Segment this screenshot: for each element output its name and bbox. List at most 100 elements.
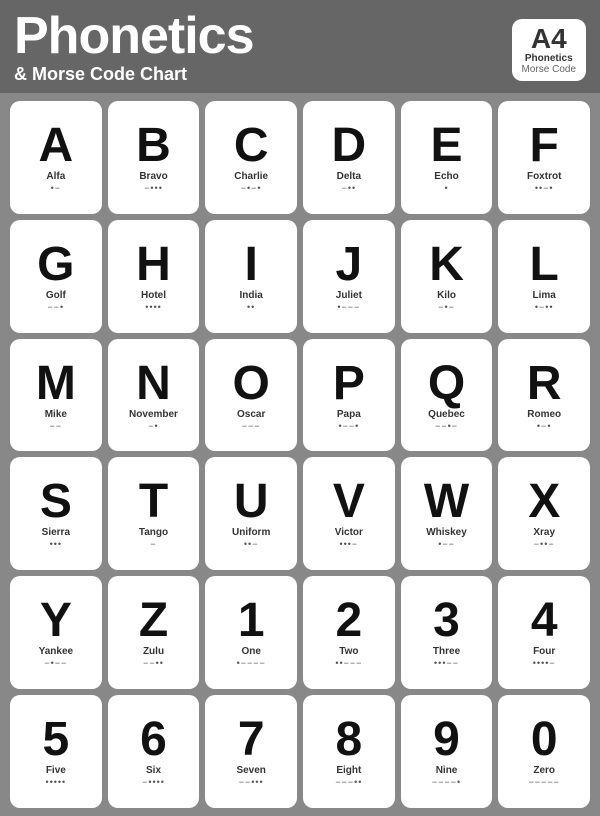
- cell-p: PPapa•−−•: [303, 339, 395, 452]
- cell-letter: S: [40, 478, 72, 526]
- cell-phonetic-name: Yankee: [39, 646, 73, 657]
- cell-morse-code: −−••: [143, 658, 164, 668]
- cell-letter: 1: [238, 597, 265, 645]
- cell-phonetic-name: Three: [433, 646, 460, 657]
- cell-phonetic-name: Two: [339, 646, 358, 657]
- page: Phonetics & Morse Code Chart A4 Phonetic…: [0, 0, 600, 816]
- cell-0: 0Zero−−−−−: [498, 695, 590, 808]
- cell-phonetic-name: Zulu: [143, 646, 164, 657]
- cell-phonetic-name: Tango: [139, 527, 168, 538]
- cell-1: 1One•−−−−: [205, 576, 297, 689]
- cell-morse-code: −•−: [438, 302, 455, 312]
- cell-r: RRomeo•−•: [498, 339, 590, 452]
- cell-morse-code: •−−•: [338, 421, 359, 431]
- cell-morse-code: −•: [148, 421, 158, 431]
- cell-q: QQuebec−−•−: [401, 339, 493, 452]
- cell-morse-code: −•−−: [44, 658, 67, 668]
- cell-letter: C: [234, 122, 269, 170]
- cell-phonetic-name: Golf: [46, 290, 66, 301]
- cell-letter: F: [530, 122, 559, 170]
- cell-letter: N: [136, 360, 171, 408]
- cell-g: GGolf−−•: [10, 220, 102, 333]
- cell-letter: V: [333, 478, 365, 526]
- badge-phonetics-label: Phonetics: [522, 53, 576, 64]
- cell-e: EEcho•: [401, 101, 493, 214]
- cell-letter: X: [528, 478, 560, 526]
- cell-letter: H: [136, 241, 171, 289]
- header-left: Phonetics & Morse Code Chart: [14, 10, 254, 85]
- cell-phonetic-name: Nine: [436, 765, 458, 776]
- cell-letter: Z: [139, 597, 168, 645]
- cell-7: 7Seven−−•••: [205, 695, 297, 808]
- cell-letter: 6: [140, 716, 167, 764]
- cell-k: KKilo−•−: [401, 220, 493, 333]
- cell-morse-code: •−••: [535, 302, 554, 312]
- badge: A4 Phonetics Morse Code: [512, 19, 586, 81]
- cell-morse-code: −−−••: [335, 777, 362, 787]
- cell-phonetic-name: November: [129, 409, 178, 420]
- cell-letter: P: [333, 360, 365, 408]
- cell-phonetic-name: Romeo: [527, 409, 561, 420]
- cell-phonetic-name: Seven: [236, 765, 265, 776]
- cell-letter: M: [36, 360, 76, 408]
- cell-phonetic-name: Juliet: [336, 290, 362, 301]
- cell-y: YYankee−•−−: [10, 576, 102, 689]
- cell-letter: 5: [42, 716, 69, 764]
- cell-morse-code: ••−: [244, 539, 259, 549]
- cell-o: OOscar−−−: [205, 339, 297, 452]
- cell-h: HHotel••••: [108, 220, 200, 333]
- cell-phonetic-name: Six: [146, 765, 161, 776]
- cell-morse-code: −−: [50, 421, 63, 431]
- cell-letter: T: [139, 478, 168, 526]
- cell-5: 5Five•••••: [10, 695, 102, 808]
- cell-letter: R: [527, 360, 562, 408]
- cell-morse-code: −−−−•: [432, 777, 461, 787]
- cell-phonetic-name: Foxtrot: [527, 171, 561, 182]
- cell-letter: K: [429, 241, 464, 289]
- cell-letter: Y: [40, 597, 72, 645]
- cell-6: 6Six−••••: [108, 695, 200, 808]
- badge-morse-label: Morse Code: [522, 64, 576, 75]
- cell-letter: G: [37, 241, 74, 289]
- cell-morse-code: −−•: [48, 302, 65, 312]
- cell-letter: 8: [336, 716, 363, 764]
- cell-phonetic-name: Four: [533, 646, 555, 657]
- cell-u: UUniform••−: [205, 457, 297, 570]
- cell-phonetic-name: One: [241, 646, 260, 657]
- row-1: GGolf−−•HHotel••••IIndia••JJuliet•−−−KKi…: [10, 220, 590, 333]
- cell-morse-code: ••−•: [535, 183, 554, 193]
- cell-z: ZZulu−−••: [108, 576, 200, 689]
- cell-morse-code: −••: [342, 183, 357, 193]
- cell-s: SSierra•••: [10, 457, 102, 570]
- cell-v: VVictor•••−: [303, 457, 395, 570]
- cell-morse-code: −: [150, 539, 156, 549]
- cell-morse-code: •••−: [339, 539, 358, 549]
- cell-n: NNovember−•: [108, 339, 200, 452]
- cell-letter: J: [336, 241, 363, 289]
- cell-phonetic-name: Xray: [533, 527, 555, 538]
- cell-t: TTango−: [108, 457, 200, 570]
- cell-morse-code: −••−: [534, 539, 555, 549]
- cell-morse-code: ••−−−: [335, 658, 362, 668]
- cell-morse-code: −−−: [242, 421, 261, 431]
- cell-morse-code: •−−−: [337, 302, 360, 312]
- cell-morse-code: −−•−: [435, 421, 458, 431]
- cell-phonetic-name: Mike: [45, 409, 67, 420]
- cell-phonetic-name: Five: [46, 765, 66, 776]
- cell-phonetic-name: Kilo: [437, 290, 456, 301]
- cell-morse-code: ••: [247, 302, 255, 312]
- cell-phonetic-name: Sierra: [42, 527, 70, 538]
- grid: AAlfa•−BBravo−•••CCharlie−•−•DDelta−••EE…: [0, 93, 600, 816]
- cell-morse-code: •−: [51, 183, 61, 193]
- cell-letter: U: [234, 478, 269, 526]
- cell-w: WWhiskey•−−: [401, 457, 493, 570]
- cell-phonetic-name: Charlie: [234, 171, 268, 182]
- cell-3: 3Three•••−−: [401, 576, 493, 689]
- cell-morse-code: −••••: [142, 777, 165, 787]
- cell-phonetic-name: Eight: [336, 765, 361, 776]
- cell-letter: O: [233, 360, 270, 408]
- row-3: SSierra•••TTango−UUniform••−VVictor•••−W…: [10, 457, 590, 570]
- cell-letter: 3: [433, 597, 460, 645]
- cell-phonetic-name: Oscar: [237, 409, 265, 420]
- cell-2: 2Two••−−−: [303, 576, 395, 689]
